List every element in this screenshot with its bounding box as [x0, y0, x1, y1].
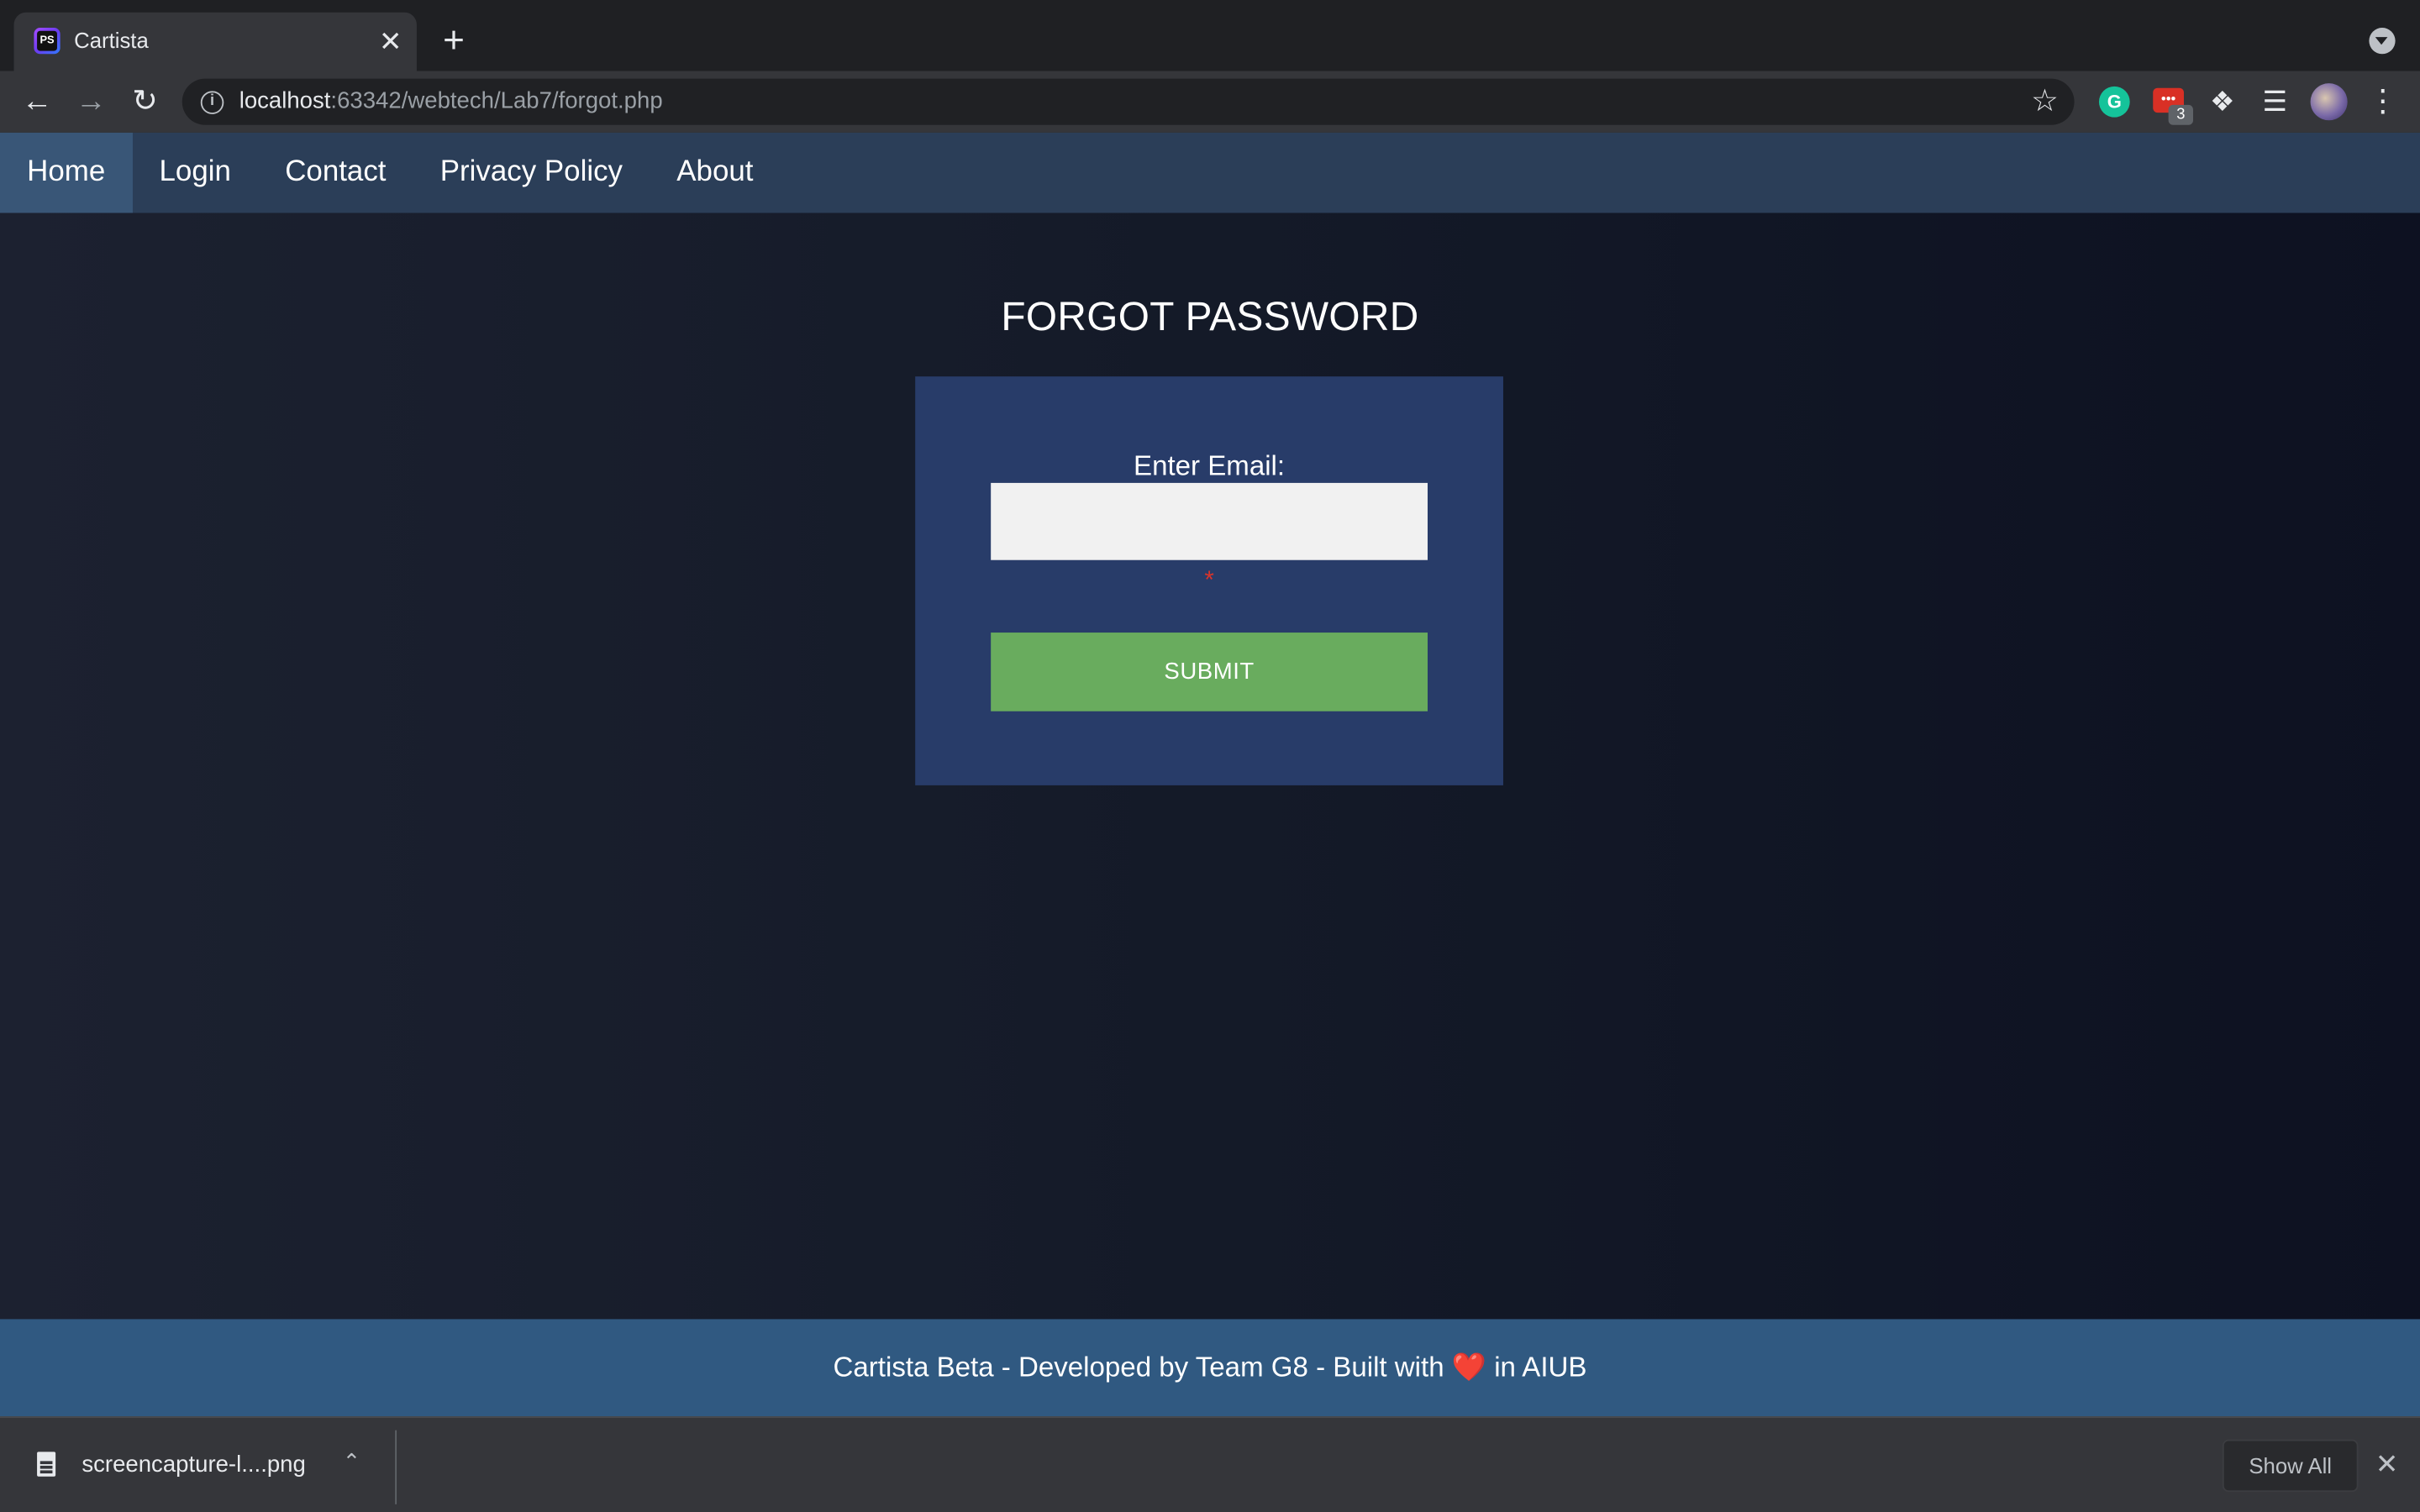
- email-field[interactable]: [991, 482, 1428, 560]
- close-icon[interactable]: ✕: [2375, 1446, 2399, 1483]
- tab-title: Cartista: [74, 28, 149, 53]
- show-all-button[interactable]: Show All: [2222, 1439, 2359, 1493]
- media-control-icon[interactable]: ☰: [2260, 87, 2291, 118]
- forgot-password-card: Enter Email: * SUBMIT: [915, 376, 1503, 785]
- nav-item-contact[interactable]: Contact: [258, 133, 413, 213]
- grammarly-icon[interactable]: G: [2098, 86, 2130, 118]
- back-icon[interactable]: ←: [17, 81, 57, 122]
- url-host: localhost: [239, 87, 331, 114]
- tab-search-icon[interactable]: [2369, 28, 2396, 55]
- footer: Cartista Beta - Developed by Team G8 - B…: [0, 1319, 2420, 1417]
- phpstorm-favicon-icon: PS: [34, 28, 60, 55]
- info-icon[interactable]: i: [200, 91, 224, 114]
- chevron-up-icon[interactable]: ⌃: [343, 1449, 361, 1475]
- heart-icon: ❤️: [1451, 1351, 1486, 1383]
- download-file-name[interactable]: screencapture-l....png: [82, 1452, 305, 1478]
- url-text[interactable]: localhost:63342/webtech/Lab7/forgot.php: [239, 88, 663, 114]
- url-path: :63342/webtech/Lab7/forgot.php: [330, 87, 663, 114]
- submit-button[interactable]: SUBMIT: [991, 633, 1428, 711]
- site-nav: Home Login Contact Privacy Policy About: [0, 132, 2420, 213]
- reload-icon[interactable]: ↻: [125, 81, 166, 122]
- footer-text: Cartista Beta - Developed by Team G8 - B…: [833, 1351, 1444, 1383]
- forward-icon[interactable]: →: [71, 81, 111, 122]
- menu-icon[interactable]: ⋮: [2368, 87, 2399, 118]
- close-tab-icon[interactable]: ✕: [375, 26, 406, 57]
- bookmark-star-icon[interactable]: ☆: [2031, 83, 2059, 120]
- extension-badge: 3: [2168, 104, 2193, 125]
- email-label: Enter Email:: [1134, 450, 1286, 482]
- page-content: Home Login Contact Privacy Policy About …: [0, 132, 2420, 1417]
- screen: PS Cartista ✕ + ← → ↻ i localhost:63342/…: [0, 0, 2420, 1512]
- footer-text-suffix: in AIUB: [1494, 1351, 1587, 1383]
- nav-item-login[interactable]: Login: [132, 133, 258, 213]
- nav-item-privacy-policy[interactable]: Privacy Policy: [413, 133, 650, 213]
- puzzle-icon[interactable]: ❖: [2207, 87, 2238, 118]
- nav-item-about[interactable]: About: [650, 133, 780, 213]
- browser-tab[interactable]: PS Cartista ✕: [13, 12, 417, 71]
- new-tab-icon[interactable]: +: [435, 23, 472, 60]
- favicon-text: PS: [37, 30, 57, 51]
- browser-toolbar: ← → ↻ i localhost:63342/webtech/Lab7/for…: [0, 71, 2420, 133]
- download-shelf: screencapture-l....png ⌃ Show All ✕: [0, 1416, 2420, 1512]
- required-indicator: *: [1204, 567, 1214, 595]
- file-icon: [37, 1452, 56, 1477]
- page-title: FORGOT PASSWORD: [1001, 292, 1419, 340]
- nav-item-home[interactable]: Home: [0, 132, 133, 213]
- address-bar[interactable]: i localhost:63342/webtech/Lab7/forgot.ph…: [182, 78, 2075, 125]
- avatar[interactable]: [2310, 83, 2348, 121]
- shelf-divider: [395, 1430, 397, 1504]
- browser-tab-strip: PS Cartista ✕ +: [0, 0, 2420, 71]
